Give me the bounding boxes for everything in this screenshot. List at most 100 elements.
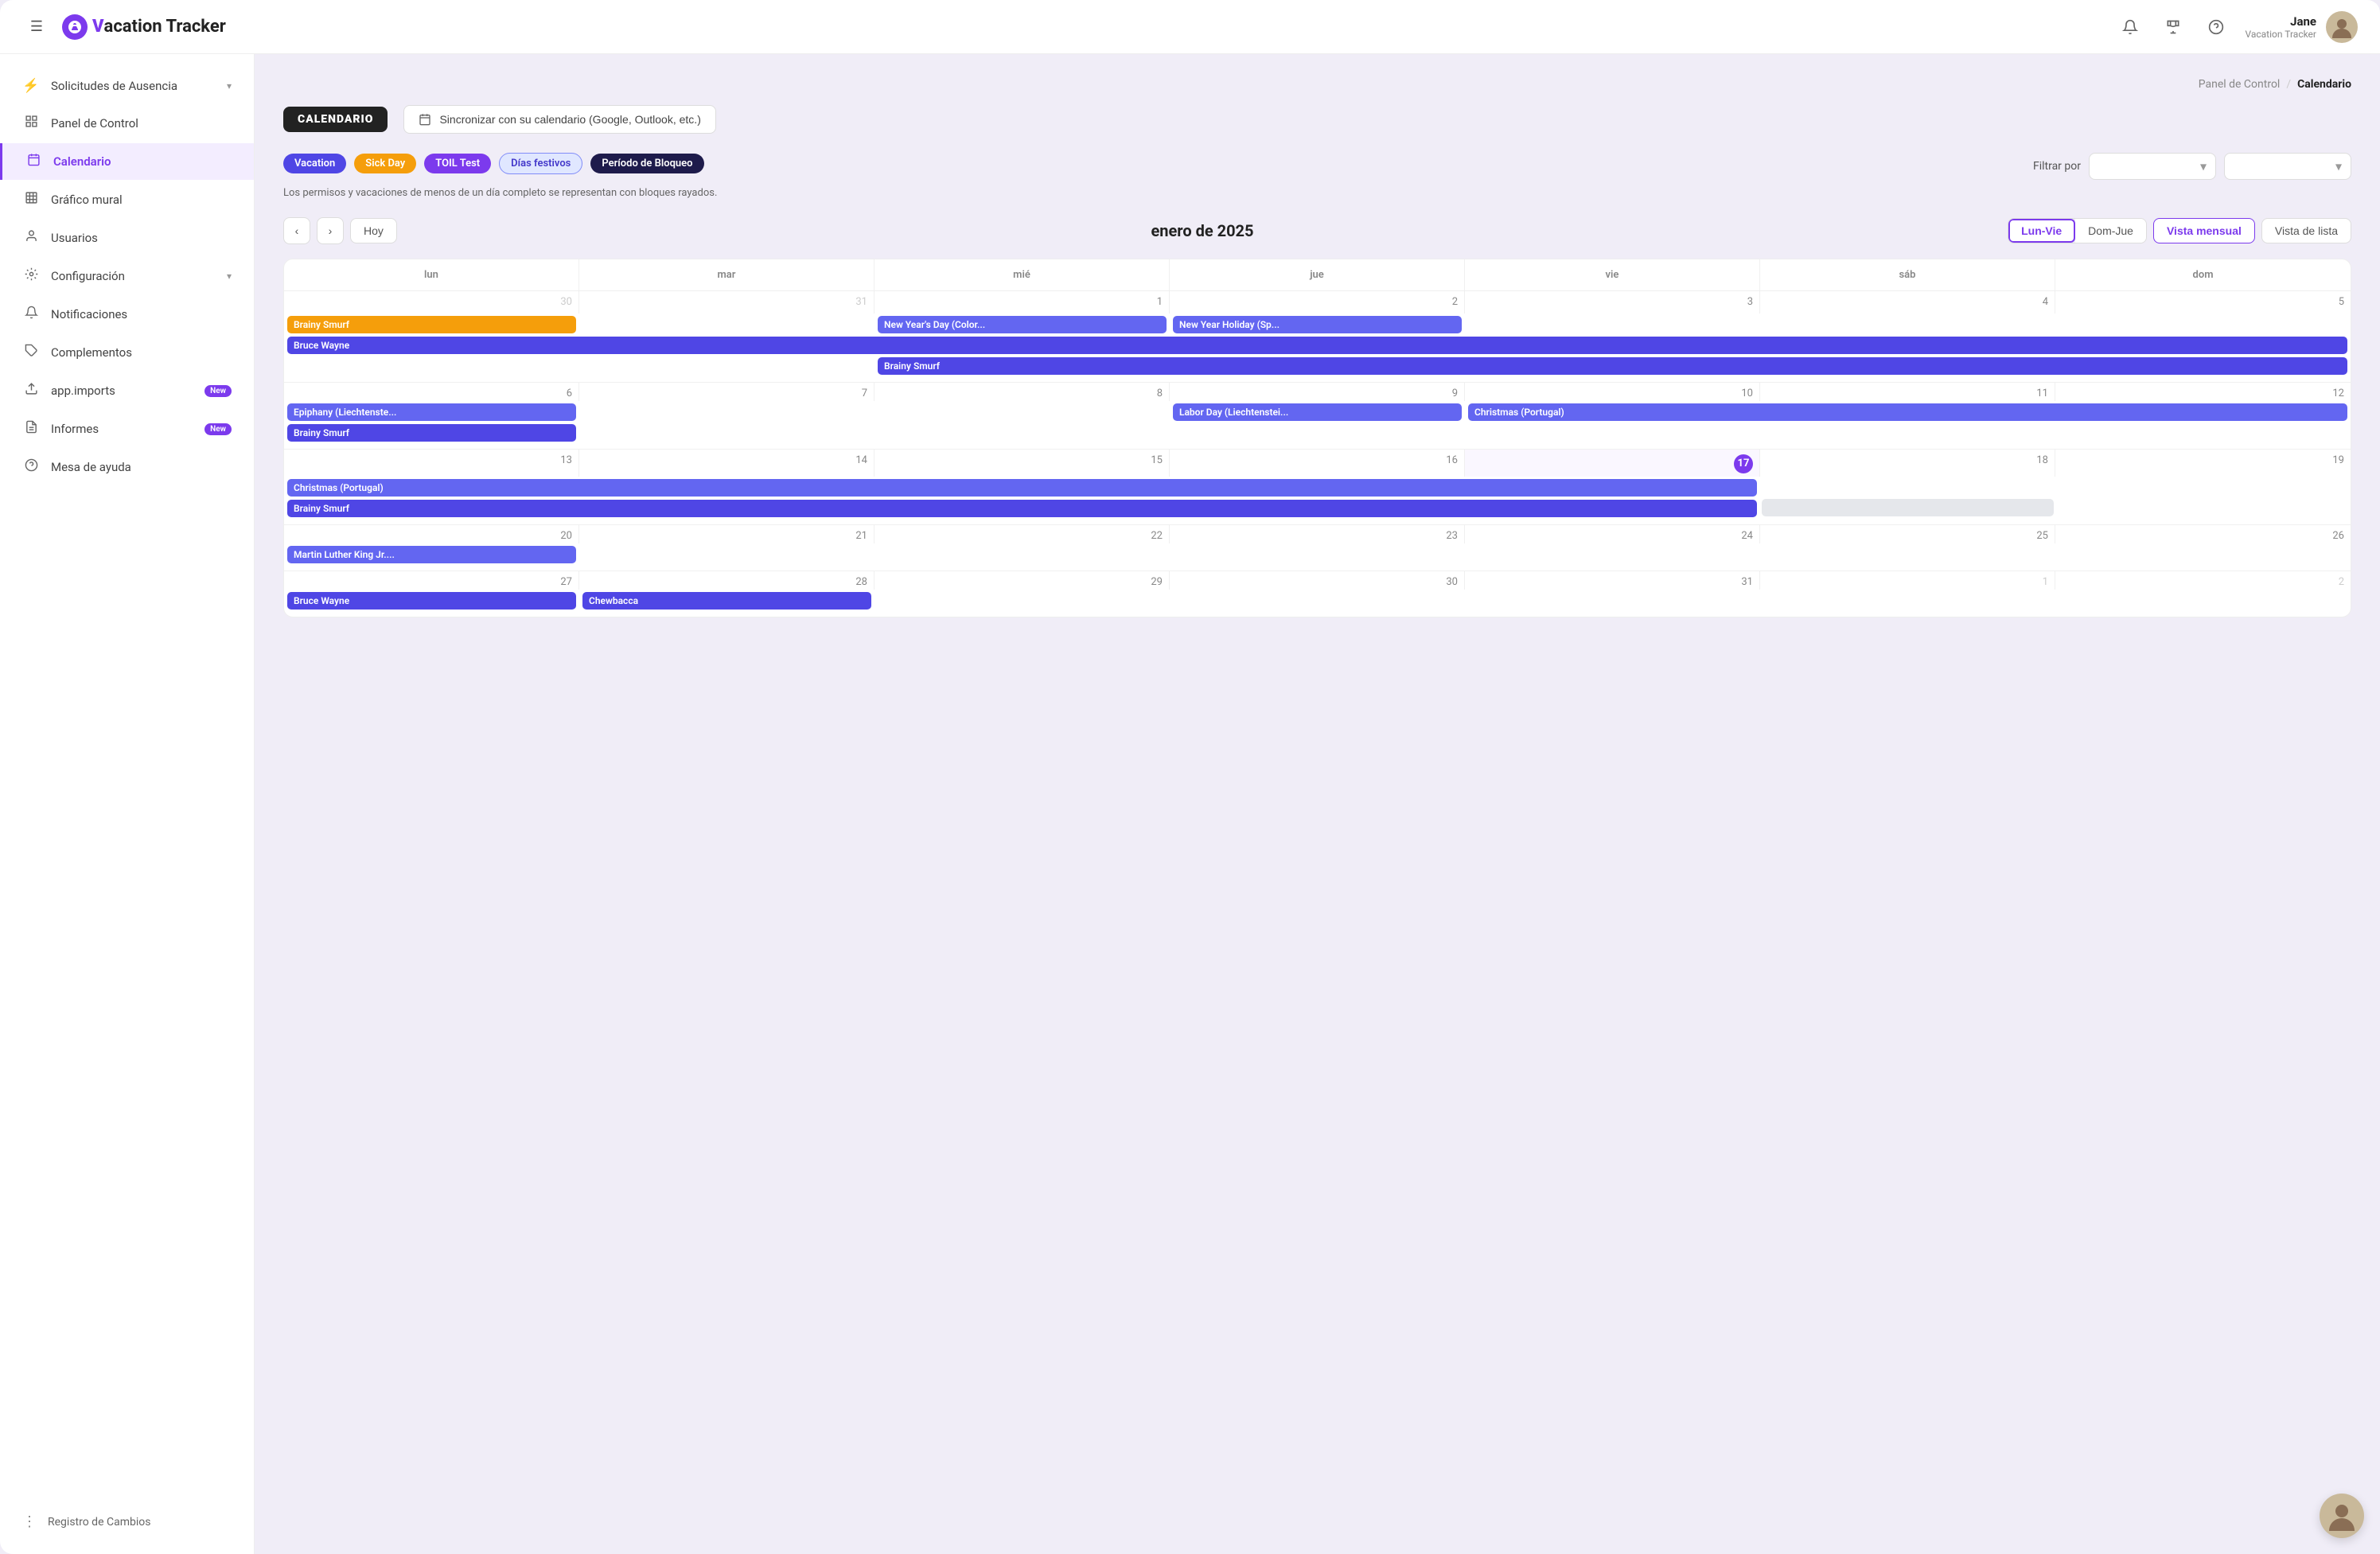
calendar-weekday-header: lun mar mié jue vie sáb dom <box>284 259 2351 291</box>
event-christmas-portugal-row1[interactable]: Christmas (Portugal) <box>1468 403 2347 421</box>
chevron-config-icon: ▾ <box>227 271 232 282</box>
content-area: Panel de Control / Calendario CALENDARIO… <box>255 54 2380 1554</box>
sidebar-item-configuracion[interactable]: Configuración ▾ <box>0 258 254 294</box>
sidebar-item-app-imports[interactable]: app.imports New <box>0 372 254 409</box>
day-jan28: 28 <box>579 571 874 590</box>
legend-section: Vacation Sick Day TOIL Test Días festivo… <box>283 153 2033 217</box>
day-jan13: 13 <box>284 450 579 477</box>
help-button[interactable] <box>2202 13 2230 41</box>
calendar-grid: lun mar mié jue vie sáb dom 30 31 1 2 3 <box>283 259 2351 617</box>
legend-bloqueo: Período de Bloqueo <box>590 154 703 173</box>
event-labor-day-liechten[interactable]: Labor Day (Liechtenstei... <box>1173 403 1462 421</box>
sidebar-item-grafico[interactable]: Gráfico mural <box>0 181 254 218</box>
day-jan15: 15 <box>874 450 1170 477</box>
notification-button[interactable] <box>2116 13 2144 41</box>
today-button[interactable]: Hoy <box>350 218 397 243</box>
event-bruce-wayne-w5: Bruce Wayne <box>284 591 579 610</box>
sidebar-footer-registro[interactable]: ⋮ Registro de Cambios <box>0 1504 254 1540</box>
legend-toil: TOIL Test <box>424 154 491 173</box>
vista-mensual-button[interactable]: Vista mensual <box>2153 218 2255 243</box>
prev-month-button[interactable]: ‹ <box>283 217 310 244</box>
event-brainy-vacation-w1: Brainy Smurf <box>874 356 2351 376</box>
vista-lista-button[interactable]: Vista de lista <box>2261 218 2351 243</box>
bottom-avatar-button[interactable] <box>2320 1494 2364 1538</box>
sidebar-item-complementos[interactable]: Complementos <box>0 334 254 371</box>
header-left: ☰ Vacation Tracker <box>22 13 226 41</box>
event-martin-luther-king[interactable]: Martin Luther King Jr.... <box>287 546 576 563</box>
sidebar-item-notificaciones[interactable]: Notificaciones <box>0 296 254 333</box>
main-layout: ⚡ Solicitudes de Ausencia ▾ Panel de Con… <box>0 54 2380 1554</box>
filter-select-2[interactable] <box>2224 153 2351 180</box>
sidebar-item-informes[interactable]: Informes New <box>0 411 254 447</box>
page-header: CALENDARIO Sincronizar con su calendario… <box>283 105 2351 134</box>
day-jan29: 29 <box>874 571 1170 590</box>
reports-icon <box>22 420 40 438</box>
page-title: CALENDARIO <box>283 107 388 132</box>
week-1-event-row-3: Brainy Smurf <box>284 356 2351 376</box>
filter-select[interactable] <box>2089 153 2216 180</box>
weekday-mar: mar <box>579 259 874 290</box>
sync-calendar-button[interactable]: Sincronizar con su calendario (Google, O… <box>403 105 715 134</box>
event-bruce-wayne-w1[interactable]: Bruce Wayne <box>287 337 2347 354</box>
sidebar-label-complementos: Complementos <box>51 345 132 360</box>
view-lun-vie-button[interactable]: Lun-Vie <box>2008 219 2075 243</box>
event-epiphany: Epiphany (Liechtenste... <box>284 403 579 422</box>
day-jan11: 11 <box>1760 383 2055 401</box>
event-chewbacca-week5[interactable]: Chewbacca <box>582 592 871 610</box>
sidebar: ⚡ Solicitudes de Ausencia ▾ Panel de Con… <box>0 54 255 1554</box>
bell-icon <box>22 306 40 323</box>
event-christmas-portugal-w3[interactable]: Christmas (Portugal) <box>287 479 1757 497</box>
legend-festivos: Días festivos <box>499 153 582 174</box>
sidebar-item-calendario[interactable]: Calendario <box>0 143 254 180</box>
user-avatar <box>2326 11 2358 43</box>
day-jan26: 26 <box>2055 525 2351 543</box>
prev-icon: ‹ <box>295 224 299 237</box>
event-brainy-w3: Brainy Smurf <box>284 499 1760 518</box>
event-epiphany-liechten[interactable]: Epiphany (Liechtenste... <box>287 403 576 421</box>
next-month-button[interactable]: › <box>317 217 344 244</box>
filter-area: Vacation Sick Day TOIL Test Días festivo… <box>283 153 2351 217</box>
weekday-vie: vie <box>1465 259 1760 290</box>
week-5-event-row-1: Bruce Wayne Chewbacca <box>284 591 2351 610</box>
legend-vacation: Vacation <box>283 154 346 173</box>
month-title: enero de 2025 <box>1151 221 1253 240</box>
sidebar-item-mesa-ayuda[interactable]: Mesa de ayuda <box>0 449 254 485</box>
weekday-dom: dom <box>2055 259 2351 290</box>
breadcrumb-parent[interactable]: Panel de Control <box>2199 78 2281 91</box>
sidebar-item-panel[interactable]: Panel de Control <box>0 105 254 142</box>
day-jan7: 7 <box>579 383 874 401</box>
event-brainy-smurf-w2[interactable]: Brainy Smurf <box>287 424 576 442</box>
week-row-3: 13 14 15 16 17 18 19 <box>284 450 2351 525</box>
event-brainy-smurf-vacation-w1[interactable]: Brainy Smurf <box>878 357 2347 375</box>
legend-note: Los permisos y vacaciones de menos de un… <box>283 185 2033 201</box>
sidebar-footer-label: Registro de Cambios <box>48 1516 150 1529</box>
day-jan9: 9 <box>1170 383 1465 401</box>
dots-icon: ⋮ <box>22 1513 37 1530</box>
event-brainy-smurf-w3[interactable]: Brainy Smurf <box>287 500 1757 517</box>
event-new-year-holiday[interactable]: New Year Holiday (Sp... <box>1173 316 1462 333</box>
app-logo: Vacation Tracker <box>62 14 226 40</box>
event-new-years-day[interactable]: New Year's Day (Color... <box>878 316 1167 333</box>
day-dec30: 30 <box>284 291 579 314</box>
event-bruce-wayne-week5[interactable]: Bruce Wayne <box>287 592 576 610</box>
event-chewbacca-w5: Chewbacca <box>579 591 874 610</box>
day-jan24: 24 <box>1465 525 1760 543</box>
user-subtitle: Vacation Tracker <box>2245 29 2316 40</box>
view-dom-jue-button[interactable]: Dom-Jue <box>2075 219 2146 243</box>
filter-section: Filtrar por <box>2033 153 2351 180</box>
day-jan3: 3 <box>1465 291 1760 314</box>
event-brainy-smurf-sick[interactable]: Brainy Smurf <box>287 316 576 333</box>
day-jan27: 27 <box>284 571 579 590</box>
week-2-event-row-2: Brainy Smurf <box>284 423 2351 442</box>
sidebar-item-solicitudes[interactable]: ⚡ Solicitudes de Ausencia ▾ <box>0 68 254 103</box>
trophy-button[interactable] <box>2159 13 2187 41</box>
sidebar-item-usuarios[interactable]: Usuarios <box>0 220 254 256</box>
menu-toggle-button[interactable]: ☰ <box>22 13 51 41</box>
day-dec31: 31 <box>579 291 874 314</box>
week-4-events: Martin Luther King Jr.... <box>284 543 2351 571</box>
sidebar-label-usuarios: Usuarios <box>51 231 98 245</box>
user-info[interactable]: Jane Vacation Tracker <box>2245 11 2358 43</box>
weekday-lun: lun <box>284 259 579 290</box>
weekday-mie: mié <box>874 259 1170 290</box>
day-jan4: 4 <box>1760 291 2055 314</box>
